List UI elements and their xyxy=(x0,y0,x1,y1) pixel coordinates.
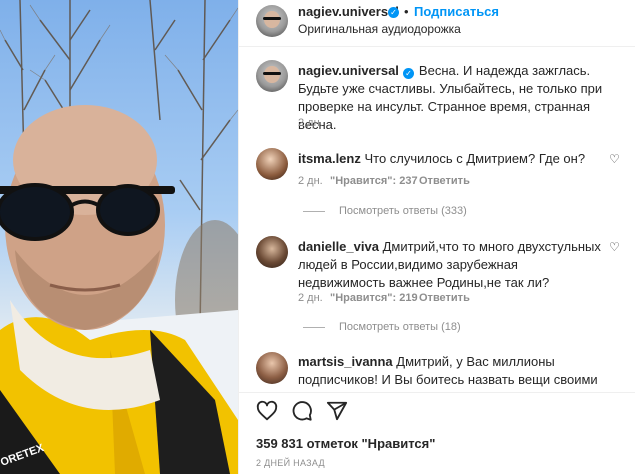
comment-text: martsis_ivanna Дмитрий, у Вас миллионы п… xyxy=(298,353,618,390)
caption-verified-icon: ✓ xyxy=(402,68,414,79)
view-replies-button[interactable]: Посмотреть ответы (333) xyxy=(303,205,467,217)
comment-time[interactable]: 2 дн. xyxy=(298,175,323,187)
comment-like-icon[interactable]: ♡ xyxy=(609,152,620,166)
comment-username[interactable]: martsis_ivanna xyxy=(298,354,393,369)
comment-reply-button[interactable]: Ответить xyxy=(419,175,470,187)
follow-button[interactable]: Подписаться xyxy=(414,4,499,19)
audio-track-label[interactable]: Оригинальная аудиодорожка xyxy=(298,22,461,36)
comment-text: itsma.lenz Что случилось с Дмитрием? Где… xyxy=(298,150,608,168)
view-replies-label: Посмотреть ответы (18) xyxy=(339,321,461,333)
caption-text: nagiev.universal ✓ Весна. И надежда зажгла… xyxy=(298,62,620,134)
author-username[interactable]: nagiev.universal xyxy=(298,4,399,19)
view-replies-button[interactable]: Посмотреть ответы (18) xyxy=(303,321,461,333)
comment-likes-count[interactable]: "Нравится": 219 xyxy=(330,292,418,304)
replies-line xyxy=(303,326,325,328)
header-divider xyxy=(239,46,635,47)
post-details-panel: nagiev.universal ✓ • Подписаться Оригина… xyxy=(238,0,635,474)
post-date[interactable]: 2 ДНЕЙ НАЗАД xyxy=(256,458,325,468)
video-frame-illustration: ORETEX xyxy=(0,0,238,474)
verified-badge-icon: ✓ xyxy=(388,7,399,18)
actions-divider xyxy=(239,392,635,393)
comment-like-icon[interactable]: ♡ xyxy=(609,240,620,254)
post-actions-bar xyxy=(239,394,635,430)
view-replies-label: Посмотреть ответы (333) xyxy=(339,205,467,217)
comment-avatar-itsma[interactable] xyxy=(256,148,288,180)
comment-text: danielle_viva Дмитрий,что то много двухс… xyxy=(298,238,608,292)
separator-dot: • xyxy=(404,4,409,19)
replies-line xyxy=(303,210,325,212)
comment-avatar-danielle[interactable] xyxy=(256,236,288,268)
author-avatar[interactable] xyxy=(256,5,288,37)
caption-time[interactable]: 2 дн. xyxy=(298,117,323,129)
post-media[interactable]: ORETEX xyxy=(0,0,238,474)
comment-body: Что случилось с Дмитрием? Где он? xyxy=(364,151,586,166)
comment-username[interactable]: itsma.lenz xyxy=(298,151,361,166)
comment-reply-button[interactable]: Ответить xyxy=(419,292,470,304)
caption-avatar[interactable] xyxy=(256,60,288,92)
comment-bubble-icon[interactable] xyxy=(291,400,313,427)
heart-icon[interactable] xyxy=(256,400,278,427)
likes-count[interactable]: 359 831 отметок "Нравится" xyxy=(256,436,435,451)
comment-likes-count[interactable]: "Нравится": 237 xyxy=(330,175,418,187)
comment-username[interactable]: danielle_viva xyxy=(298,239,379,254)
comment-time[interactable]: 2 дн. xyxy=(298,292,323,304)
paper-plane-icon[interactable] xyxy=(326,400,348,427)
caption-username[interactable]: nagiev.universal xyxy=(298,63,399,78)
comment-clip: martsis_ivanna Дмитрий, у Вас миллионы п… xyxy=(239,350,635,390)
